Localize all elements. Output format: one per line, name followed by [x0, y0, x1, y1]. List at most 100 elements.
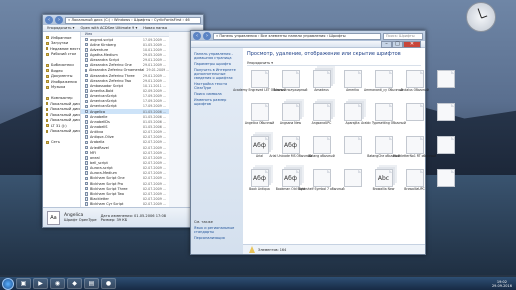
link-find-char[interactable]: Поиск символа: [194, 92, 240, 96]
font-tile[interactable]: Arabic Typesetting Обычный: [361, 103, 406, 133]
taskbar-folder-icon[interactable]: ▤: [84, 278, 99, 289]
font-page-icon: Abc: [374, 169, 393, 187]
font-page-icon: [312, 70, 331, 88]
taskbar-browser-icon[interactable]: ◉: [50, 278, 65, 289]
font-name: Arabic Typesetting Обычный: [361, 121, 406, 125]
forward-icon[interactable]: ›: [203, 32, 211, 40]
font-tile[interactable]: Bookshelf Symbol 7 обычный: [298, 169, 345, 199]
taskbar-app2-icon[interactable]: ●: [101, 278, 116, 289]
open-with-button[interactable]: Open with ACDSee Ultimate 9 ▾: [80, 26, 137, 30]
link-cp-home[interactable]: Панель управления - домашняя страница: [194, 52, 240, 60]
font-tile[interactable]: Aparajita: [340, 103, 365, 133]
font-page-icon: [405, 136, 424, 154]
font-tile[interactable]: Batang обычный: [308, 136, 335, 166]
link-get-fonts-online[interactable]: Получить в Интернете дополнительные свед…: [194, 68, 240, 80]
font-tile[interactable]: Abc Browallia New: [371, 169, 396, 199]
link-personalization[interactable]: Персонализация: [194, 236, 240, 240]
font-tile[interactable]: AngsanaUPC: [309, 103, 334, 133]
file-name: Adventure: [90, 47, 109, 52]
font-tile[interactable]: Angelica Обычный: [245, 103, 274, 133]
fonts-breadcrumb[interactable]: « Панель управления › Все элементы панел…: [213, 32, 381, 40]
sidebar-item[interactable]: Сеть: [43, 140, 80, 146]
font-tile[interactable]: Angsana New: [278, 103, 303, 133]
back-icon[interactable]: ‹: [193, 32, 201, 40]
file-row[interactable]: Alexandra Zeferino Three 29.01.2009 ...: [81, 73, 169, 78]
back-icon[interactable]: ‹: [45, 16, 53, 24]
font-tile[interactable]: [340, 136, 365, 166]
font-tile[interactable]: Абф Book Antiqua: [247, 169, 272, 199]
font-tile[interactable]: Абф Arial: [247, 136, 272, 166]
font-page-icon: [250, 103, 269, 121]
font-tile[interactable]: [433, 70, 458, 100]
file-row[interactable]: Bickham Script Three 02.07.2009 ...: [81, 186, 169, 191]
clock-gadget[interactable]: [466, 2, 496, 32]
sidebar-item-label: Видео: [51, 68, 63, 73]
font-page-icon: [374, 103, 393, 121]
explorer-sidebar: Избранное Загрузки Недавние места Рабочий с…: [43, 32, 81, 207]
details-size: Размер: 39 КБ: [100, 217, 128, 222]
sidebar-item-label: Локальный диск (C:): [50, 101, 80, 106]
fonts-toolbar: – □ ✕: [191, 40, 425, 48]
fonts-search-input[interactable]: Поиск: Шрифты: [383, 32, 423, 40]
font-tile[interactable]: Абф Bookman Old Style: [276, 169, 305, 199]
sidebar-item-label: Сеть: [51, 140, 60, 145]
minimize-button[interactable]: –: [381, 40, 392, 48]
file-date: 02.07.2009 ...: [142, 202, 166, 207]
file-date: 17.09.2009 ...: [142, 37, 166, 42]
fonts-window[interactable]: ‹ › « Панель управления › Все элементы п…: [190, 30, 455, 255]
font-name: AngsanaUPC: [311, 121, 332, 125]
font-tile[interactable]: Amerika: [340, 70, 365, 100]
taskbar-app-icon[interactable]: ◆: [67, 278, 82, 289]
font-tile[interactable]: Amadeus: [309, 70, 334, 100]
font-tile[interactable]: Aharoni полужирный: [274, 70, 307, 100]
file-name: Bickham Script Pro: [90, 181, 124, 186]
file-date: 02.07.2009 ...: [142, 160, 166, 165]
start-button[interactable]: [2, 277, 14, 290]
sidebar-item-label: Документы: [51, 74, 73, 79]
file-name: Arabella: [90, 140, 105, 145]
file-name: Alexandra Zeferino Three: [90, 73, 135, 78]
font-tile[interactable]: BrowalliaUPC: [402, 169, 427, 199]
sidebar-item-label: Загрузки: [51, 41, 69, 46]
font-tile[interactable]: Andalus Обычный: [400, 70, 429, 100]
taskbar-clock[interactable]: 19:02 29.09.2016: [492, 280, 516, 288]
font-tile[interactable]: [433, 136, 458, 166]
taskbar-explorer-icon[interactable]: ▣: [16, 278, 31, 289]
font-tile[interactable]: Ammananti_cy Обычный: [364, 70, 403, 100]
font-tile[interactable]: [340, 169, 365, 199]
font-tile[interactable]: Academy Engraved LET Обычный: [233, 70, 286, 100]
font-file-icon: [85, 202, 88, 206]
close-button[interactable]: ✕: [403, 40, 421, 48]
link-change-font-size[interactable]: Изменить размер шрифтов: [194, 98, 240, 106]
link-region[interactable]: Язык и региональные стандарты: [194, 226, 240, 234]
taskbar-media-icon[interactable]: ▶: [33, 278, 48, 289]
font-tile[interactable]: [402, 103, 427, 133]
font-page-icon: Абф: [250, 169, 269, 187]
font-name: Batang обычный: [308, 154, 335, 158]
font-page-icon: [343, 136, 362, 154]
explorer-window[interactable]: ‹ › « Локальный диск (C:) › Windows › Шр…: [42, 14, 204, 228]
organize-button[interactable]: Упорядочить ▾: [47, 26, 74, 30]
font-file-icon: [85, 78, 88, 83]
font-tile[interactable]: Абф Arial Unicode MS Обычный: [269, 136, 312, 166]
font-file-icon: [85, 181, 88, 186]
file-row[interactable]: Alexandra Zeferino One 29.01.2009 ...: [81, 63, 169, 68]
file-row[interactable]: Alexandra Zeferino Ornamental 29.01.2009 …: [81, 68, 169, 73]
new-folder-button[interactable]: Новая папка: [143, 26, 167, 30]
file-row[interactable]: Alexandra Zeferino Two 29.01.2009 ...: [81, 78, 169, 83]
file-name: Ambassador Script: [90, 83, 124, 88]
sidebar-item-label: Рабочий стол: [51, 52, 77, 57]
font-tile[interactable]: BatangChe обычный: [367, 136, 400, 166]
status-bar: Элементов: 164: [243, 244, 425, 254]
link-font-settings[interactable]: Параметры шрифта: [194, 62, 240, 66]
organize-button[interactable]: Упорядочить ▾: [247, 61, 273, 65]
font-tile[interactable]: [433, 103, 458, 133]
font-name: Andalus Обычный: [400, 88, 429, 92]
font-tile[interactable]: [433, 169, 458, 199]
maximize-button[interactable]: □: [392, 40, 403, 48]
explorer-breadcrumb[interactable]: « Локальный диск (C:) › Windows › Шрифты…: [65, 16, 201, 24]
font-file-icon: [85, 73, 88, 78]
font-tile[interactable]: BlackletterNo1 RT обычный: [393, 136, 436, 166]
fonts-side-panel: Панель управления - домашняя страница Па…: [191, 48, 243, 254]
forward-icon[interactable]: ›: [55, 16, 63, 24]
